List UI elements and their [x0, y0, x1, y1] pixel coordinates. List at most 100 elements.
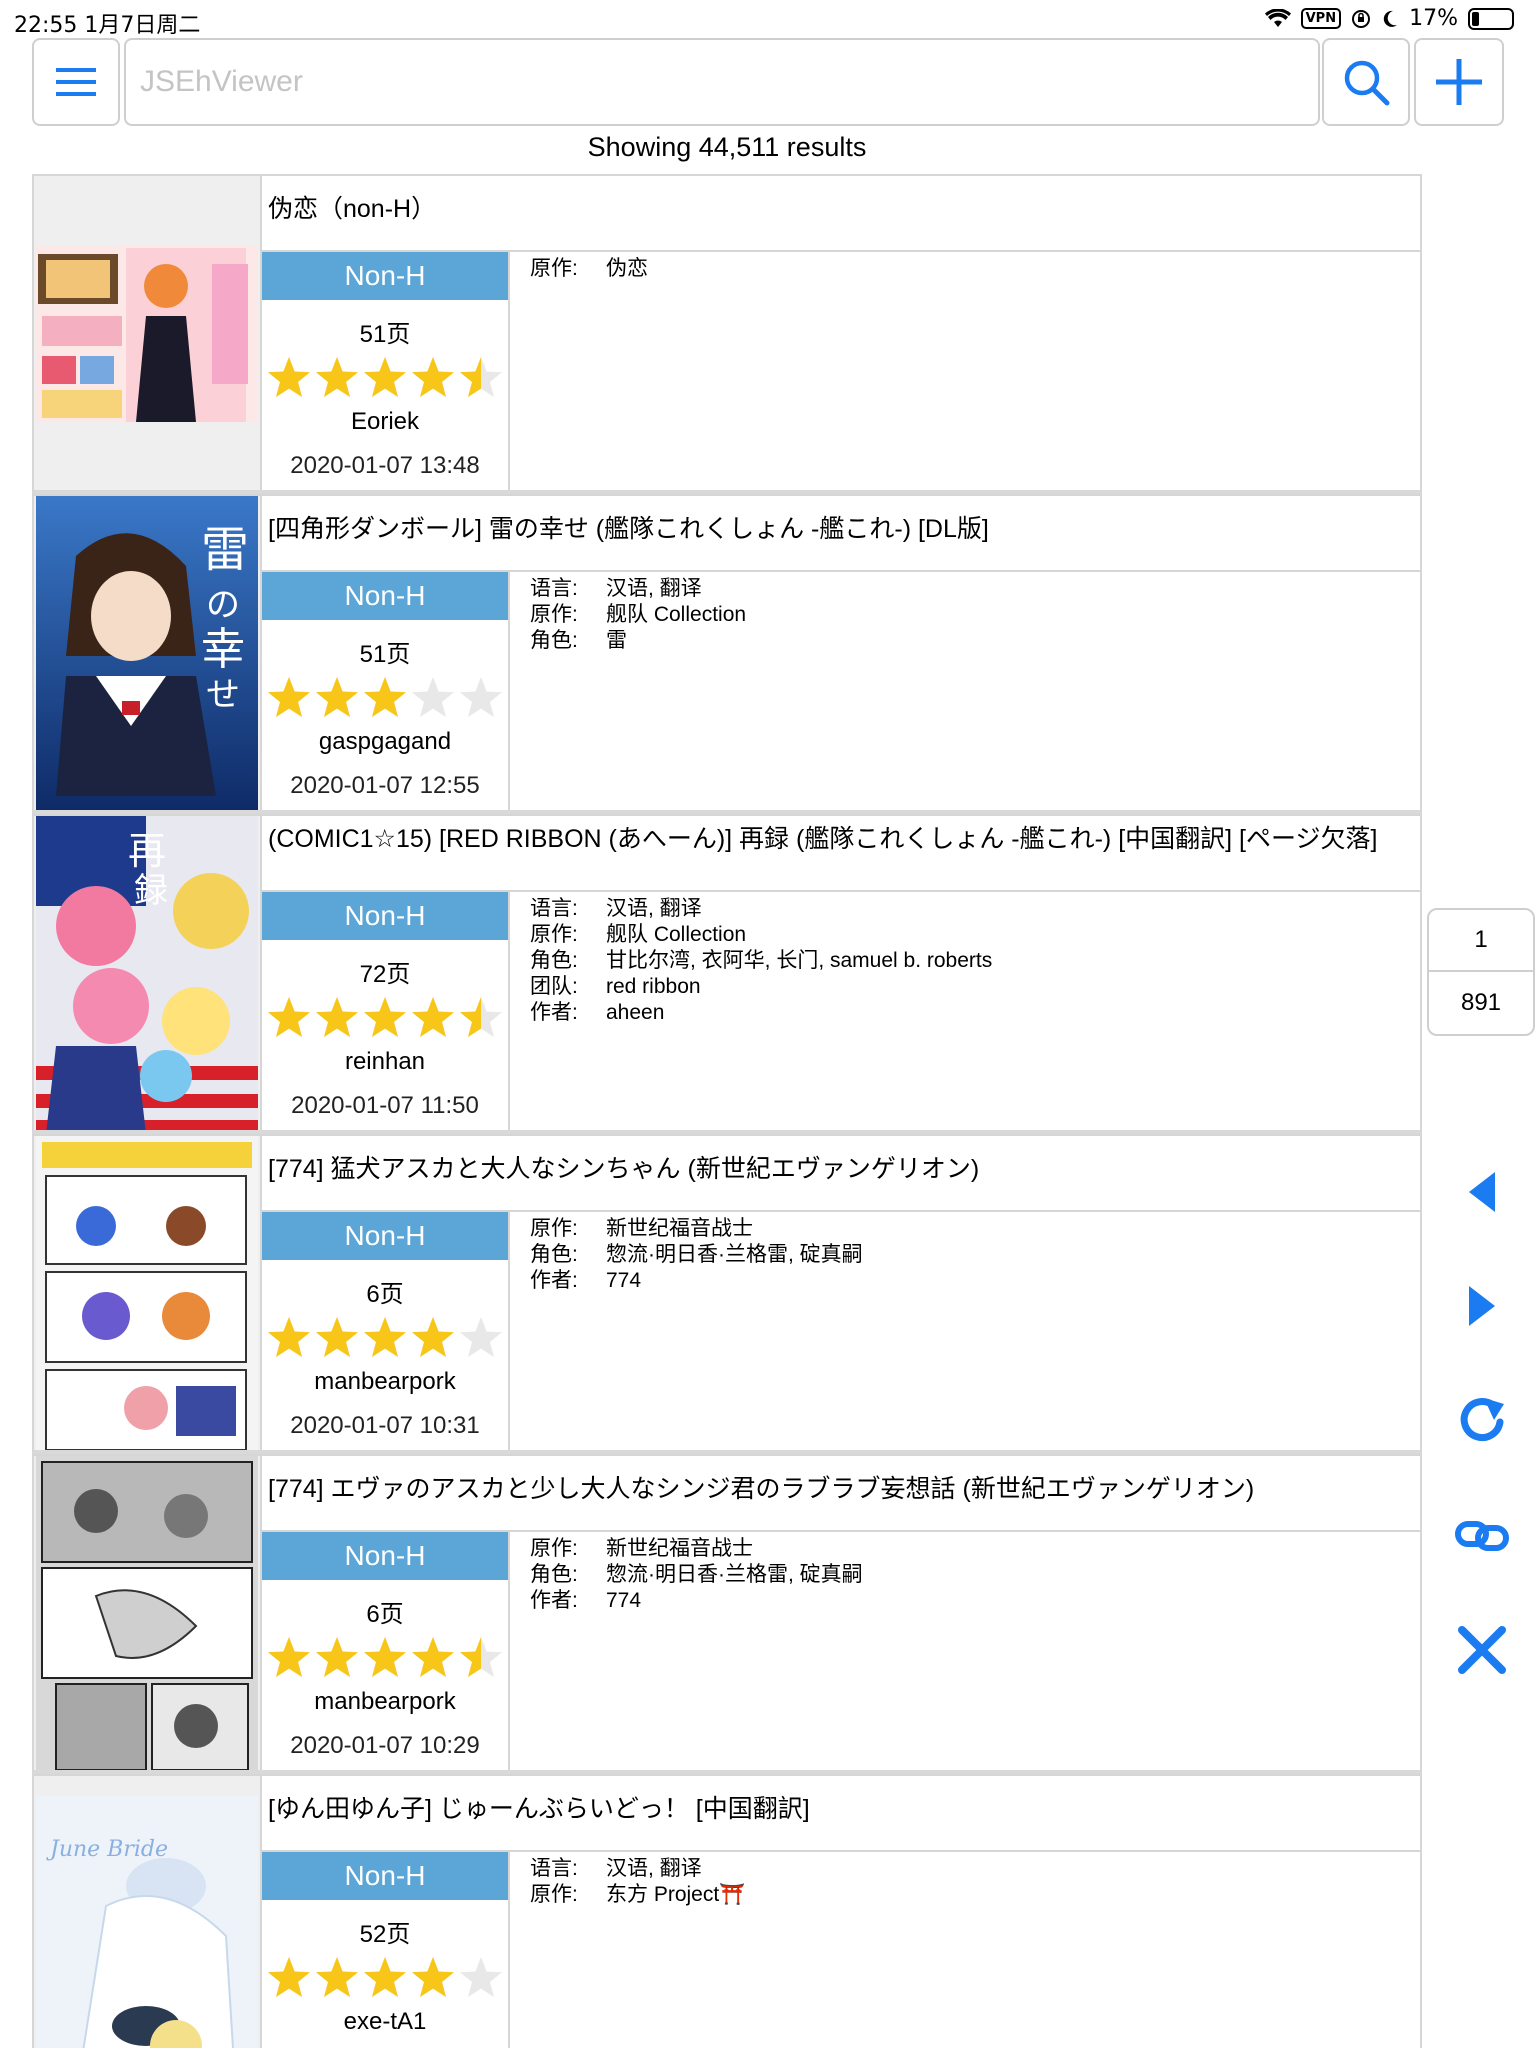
tag-row: 作者: 774 [530, 1268, 1420, 1294]
total-pages: 891 [1460, 989, 1502, 1016]
tag-values[interactable]: aheen [606, 1000, 664, 1026]
posted-date: 2020-01-07 11:50 [291, 1092, 479, 1119]
posted-date: 2020-01-07 13:48 [290, 452, 480, 479]
gallery-title: 伪恋（non-H） [260, 176, 1420, 252]
gallery-item[interactable]: [774] 猛犬アスカと大人なシンちゃん (新世紀エヴァンゲリオン) Non-H… [32, 1134, 1422, 1454]
uploader-name: reinhan [344, 1048, 426, 1075]
tag-values[interactable]: 新世纪福音战士 [606, 1536, 753, 1562]
uploader-name: manbearpork [314, 1368, 456, 1395]
gallery-item[interactable]: 伪恋（non-H） Non-H 51页 Eoriek 2020-01-07 13… [32, 174, 1422, 494]
star-icon [460, 357, 502, 397]
star-icon [364, 1637, 406, 1677]
tag-values[interactable]: 雷 [606, 628, 627, 654]
tag-values[interactable]: 汉语, 翻译 [606, 896, 702, 922]
gallery-info: Non-H 52页 exe-tA1 [260, 1852, 510, 2048]
tag-list: 原作: 伪恋 [510, 252, 1420, 490]
tag-values[interactable]: 舰队 Collection [606, 922, 746, 948]
tag-values[interactable]: 甘比尔湾, 衣阿华, 长门, samuel b. roberts [606, 948, 992, 974]
menu-icon [56, 68, 96, 96]
tag-row: 角色: 惣流·明日香·兰格雷, 碇真嗣 [530, 1562, 1420, 1588]
gallery-item[interactable]: [774] エヴァのアスカと少し大人なシンジ君のラブラブ妄想話 (新世紀エヴァン… [32, 1454, 1422, 1774]
tag-values[interactable]: 汉语, 翻译 [606, 1856, 702, 1882]
star-icon [268, 997, 310, 1037]
star-icon [268, 1637, 310, 1677]
gallery-thumbnail [34, 1456, 260, 1770]
tag-values[interactable]: 东方 Project⛩️ [606, 1882, 745, 1908]
category-badge: Non-H [262, 1852, 508, 1900]
posted-date: 2020-01-07 10:29 [290, 1732, 480, 1759]
uploader-name: Eoriek [350, 408, 420, 435]
gallery-item[interactable]: June Bride [ゆん田ゆん子] じゅーんぶらいどっ！ [中国翻訳] No… [32, 1774, 1422, 2048]
page-count: 51页 [359, 321, 411, 348]
tag-list: 语言: 汉语, 翻译 原作: 舰队 Collection 角色: 雷 [510, 572, 1420, 810]
tag-row: 角色: 惣流·明日香·兰格雷, 碇真嗣 [530, 1242, 1420, 1268]
gallery-item[interactable]: 雷 の 幸 せ [四角形ダンボール] 雷の幸せ (艦隊これくしょん -艦これ-)… [32, 494, 1422, 814]
tag-values[interactable]: 惣流·明日香·兰格雷, 碇真嗣 [606, 1242, 863, 1268]
star-icon [316, 1957, 358, 1997]
gallery-info: Non-H 6页 manbearpork 2020-01-07 10:29 [260, 1532, 510, 1770]
next-page-button[interactable] [1452, 1276, 1512, 1336]
uploader-name: manbearpork [314, 1688, 456, 1715]
gallery-title: [774] 猛犬アスカと大人なシンちゃん (新世紀エヴァンゲリオン) [260, 1136, 1420, 1212]
search-input[interactable]: JSEhViewer [124, 38, 1320, 126]
orientation-lock-icon [1352, 9, 1371, 28]
current-page[interactable]: 1 [1429, 910, 1533, 972]
tag-row: 语言: 汉语, 翻译 [530, 896, 1420, 922]
wifi-icon [1264, 8, 1291, 27]
star-icon [268, 1317, 310, 1357]
close-button[interactable] [1452, 1620, 1512, 1680]
tag-namespace: 角色: [530, 629, 578, 652]
star-icon [412, 677, 454, 717]
tag-namespace: 语言: [530, 897, 578, 920]
svg-text:せ: せ [206, 675, 240, 715]
close-icon [1458, 1626, 1506, 1674]
tag-namespace: 原作: [530, 1217, 578, 1240]
tag-values[interactable]: 774 [606, 1588, 641, 1614]
star-icon [316, 997, 358, 1037]
tag-values[interactable]: red ribbon [606, 974, 701, 1000]
triangle-right-icon [1469, 1286, 1495, 1326]
star-icon [460, 997, 502, 1037]
add-button[interactable] [1414, 38, 1504, 126]
refresh-button[interactable] [1452, 1390, 1512, 1450]
tag-values[interactable]: 新世纪福音战士 [606, 1216, 753, 1242]
menu-button[interactable] [32, 38, 120, 126]
rating-stars [262, 994, 508, 1040]
tag-namespace: 角色: [530, 1563, 578, 1586]
star-icon [460, 677, 502, 717]
category-badge: Non-H [262, 1212, 508, 1260]
uploader-name: exe-tA1 [343, 2008, 427, 2035]
tag-values[interactable]: 774 [606, 1268, 641, 1294]
status-bar: 22:55 1月7日周二 VPN 17% [0, 0, 1536, 38]
gallery-thumbnail: 再 録 [34, 816, 260, 1130]
tag-row: 原作: 新世纪福音战士 [530, 1216, 1420, 1242]
tag-row: 原作: 舰队 Collection [530, 922, 1420, 948]
page-indicator[interactable]: 1 891 [1427, 908, 1535, 1036]
tag-row: 语言: 汉语, 翻译 [530, 1856, 1420, 1882]
gallery-list: 伪恋（non-H） Non-H 51页 Eoriek 2020-01-07 13… [32, 174, 1422, 2048]
star-icon [412, 357, 454, 397]
gallery-item[interactable]: 再 録 (COMIC1☆15) [RED RIBBON (あへーん)] 再録 (… [32, 814, 1422, 1134]
tag-values[interactable]: 惣流·明日香·兰格雷, 碇真嗣 [606, 1562, 863, 1588]
link-button[interactable] [1452, 1506, 1512, 1566]
tag-row: 原作: 东方 Project⛩️ [530, 1882, 1420, 1908]
category-badge: Non-H [262, 892, 508, 940]
category-badge: Non-H [262, 572, 508, 620]
star-icon [364, 997, 406, 1037]
vpn-badge: VPN [1300, 8, 1342, 29]
tag-values[interactable]: 舰队 Collection [606, 602, 746, 628]
tag-values[interactable]: 汉语, 翻译 [606, 576, 702, 602]
page-count: 52页 [359, 1921, 411, 1948]
search-button[interactable] [1322, 38, 1410, 126]
tag-values[interactable]: 伪恋 [606, 256, 648, 282]
results-count: Showing 44,511 results [587, 132, 867, 162]
tag-namespace: 作者: [530, 1589, 578, 1612]
link-icon [1455, 1521, 1509, 1551]
gallery-thumbnail [34, 1136, 260, 1450]
tag-namespace: 原作: [530, 1883, 578, 1906]
posted-date: 2020-01-07 10:31 [290, 1412, 480, 1439]
category-badge: Non-H [262, 1532, 508, 1580]
prev-page-button[interactable] [1452, 1162, 1512, 1222]
gallery-thumbnail: 雷 の 幸 せ [34, 496, 260, 810]
tag-list: 原作: 新世纪福音战士 角色: 惣流·明日香·兰格雷, 碇真嗣 作者: 774 [510, 1212, 1420, 1450]
